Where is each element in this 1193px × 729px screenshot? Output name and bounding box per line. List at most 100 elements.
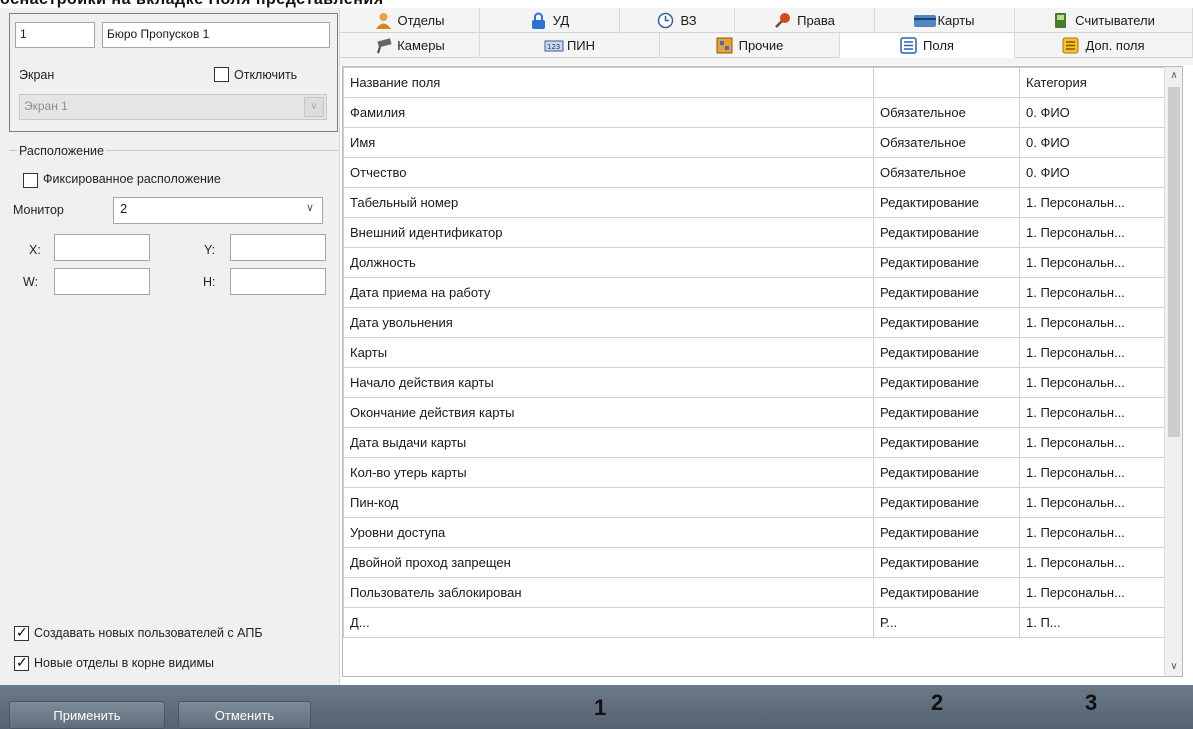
location-group: Расположение Фиксированное расположение … (9, 144, 338, 300)
table-row[interactable]: Должность Редактирование 1. Персональн... (343, 247, 1166, 278)
scroll-thumb[interactable] (1168, 87, 1180, 437)
table-row[interactable]: Фамилия Обязательное 0. ФИО (343, 97, 1166, 128)
screen-select-value: Экран 1 (24, 99, 68, 113)
table-row[interactable]: Дата увольнения Редактирование 1. Персонал… (343, 307, 1166, 338)
col-header-field-name[interactable]: Название поля (343, 67, 874, 98)
tab-extra-fields[interactable]: Доп. поля (1015, 33, 1193, 58)
tab-label: ВЗ (680, 12, 697, 28)
cell-mode: Редактирование (873, 247, 1020, 278)
apply-button[interactable]: Применить (9, 701, 165, 729)
table-row[interactable]: Карты Редактирование 1. Персональн... (343, 337, 1166, 368)
scroll-down-icon[interactable]: ∨ (1165, 658, 1182, 676)
cell-mode: Редактирование (873, 367, 1020, 398)
list-yellow-icon (1062, 37, 1079, 54)
table-row[interactable]: Отчество Обязательное 0. ФИО (343, 157, 1166, 188)
cell-category: 1. Персональн... (1019, 457, 1166, 488)
tab-pin[interactable]: 123 ПИН (480, 33, 660, 58)
new-depts-label: Новые отделы в корне видимы (34, 656, 215, 670)
cell-field-name: Пользователь заблокирован (343, 577, 874, 608)
table-row[interactable]: Внешний идентификатор Редактирование 1. Пе… (343, 217, 1166, 248)
cell-field-name: Карты (343, 337, 874, 368)
cell-field-name: Дата увольнения (343, 307, 874, 338)
cell-mode: Р... (873, 607, 1020, 638)
cell-mode: Редактирование (873, 457, 1020, 488)
cell-category: 1. Персональн... (1019, 487, 1166, 518)
cell-category: 1. П... (1019, 607, 1166, 638)
misc-icon (716, 37, 733, 54)
cell-field-name: Окончание действия карты (343, 397, 874, 428)
table-row[interactable]: Д... Р... 1. П... (343, 607, 1166, 638)
cell-field-name: Дата приема на работу (343, 277, 874, 308)
y-input[interactable] (230, 234, 326, 261)
cell-mode: Редактирование (873, 217, 1020, 248)
clipped-top-heading: оснастройки на вкладке Поля представлени… (0, 0, 1193, 8)
x-input[interactable] (54, 234, 150, 261)
tab-cameras[interactable]: Камеры (340, 33, 480, 58)
cell-field-name: Начало действия карты (343, 367, 874, 398)
w-input[interactable] (54, 268, 150, 295)
svg-text:123: 123 (547, 43, 560, 51)
table-row[interactable]: Дата приема на работу Редактирование 1. Пе… (343, 277, 1166, 308)
cell-category: 1. Персональн... (1019, 337, 1166, 368)
vertical-scrollbar[interactable]: ∧ ∨ (1164, 67, 1182, 676)
h-label: H: (203, 275, 216, 289)
monitor-select[interactable]: 2 ∨ (113, 197, 323, 224)
cell-mode: Редактирование (873, 577, 1020, 608)
left-panel: 1 Бюро Пропусков 1 Экран Отключить Экран… (0, 8, 340, 685)
cell-mode: Редактирование (873, 547, 1020, 578)
cell-field-name: Имя (343, 127, 874, 158)
table-row[interactable]: Табельный номер Редактирование 1. Персонал… (343, 187, 1166, 218)
cell-field-name: Дата выдачи карты (343, 427, 874, 458)
location-group-label: Расположение (17, 144, 106, 158)
cell-mode: Редактирование (873, 277, 1020, 308)
callout-3: 3 (1085, 690, 1098, 715)
cell-field-name: Уровни доступа (343, 517, 874, 548)
cell-mode: Обязательное (873, 127, 1020, 158)
tab-cards[interactable]: Карты (875, 8, 1015, 33)
col-header-category[interactable]: Категория (1019, 67, 1166, 98)
tab-access-levels[interactable]: УД (480, 8, 620, 33)
tab-label: Доп. поля (1085, 37, 1145, 53)
cell-mode: Редактирование (873, 307, 1020, 338)
cell-category: 0. ФИО (1019, 127, 1166, 158)
disable-checkbox[interactable] (214, 67, 229, 82)
cell-mode: Редактирование (873, 397, 1020, 428)
new-depts-checkbox[interactable] (14, 654, 29, 671)
scroll-up-icon[interactable]: ∧ (1165, 67, 1182, 85)
object-id-field[interactable]: 1 (15, 22, 95, 48)
monitor-label: Монитор (13, 203, 64, 217)
tab-readers[interactable]: Считыватели (1015, 8, 1193, 33)
table-row[interactable]: Пользователь заблокирован Редактирование 1… (343, 577, 1166, 608)
tab-time-zones[interactable]: ВЗ (620, 8, 735, 33)
fixed-location-checkbox[interactable] (23, 173, 38, 188)
lock-icon (530, 12, 547, 29)
cell-category: 1. Персональн... (1019, 547, 1166, 578)
table-row[interactable]: Кол-во утерь карты Редактирование 1. Персо… (343, 457, 1166, 488)
card-icon (914, 12, 937, 29)
h-input[interactable] (230, 268, 326, 295)
cell-field-name: Двойной проход запрещен (343, 547, 874, 578)
tab-other[interactable]: Прочие (660, 33, 840, 58)
cell-category: 1. Персональн... (1019, 307, 1166, 338)
cell-category: 1. Персональн... (1019, 247, 1166, 278)
cancel-button[interactable]: Отменить (178, 701, 311, 729)
object-name-field[interactable]: Бюро Пропусков 1 (102, 22, 330, 48)
monitor-value: 2 (120, 201, 128, 216)
fields-grid[interactable]: Название поля Категория Фамилия Обязатель… (342, 66, 1183, 677)
create-users-checkbox[interactable] (14, 624, 29, 641)
table-row[interactable]: Окончание действия карты Редактирование 1.… (343, 397, 1166, 428)
table-row[interactable]: Уровни доступа Редактирование 1. Персональ… (343, 517, 1166, 548)
table-row[interactable]: Пин-код Редактирование 1. Персональн... (343, 487, 1166, 518)
table-row[interactable]: Начало действия карты Редактирование 1. Пе… (343, 367, 1166, 398)
cell-field-name: Фамилия (343, 97, 874, 128)
tab-label: Считыватели (1075, 12, 1155, 28)
col-header-mode[interactable] (873, 67, 1020, 98)
table-row[interactable]: Двойной проход запрещен Редактирование 1. … (343, 547, 1166, 578)
cell-field-name: Кол-во утерь карты (343, 457, 874, 488)
table-row[interactable]: Имя Обязательное 0. ФИО (343, 127, 1166, 158)
fields-table: Название поля Категория Фамилия Обязатель… (343, 67, 1166, 638)
tab-departments[interactable]: Отделы (340, 8, 480, 33)
tab-rights[interactable]: Права (735, 8, 875, 33)
table-row[interactable]: Дата выдачи карты Редактирование 1. Персон… (343, 427, 1166, 458)
tab-fields[interactable]: Поля (840, 33, 1015, 58)
